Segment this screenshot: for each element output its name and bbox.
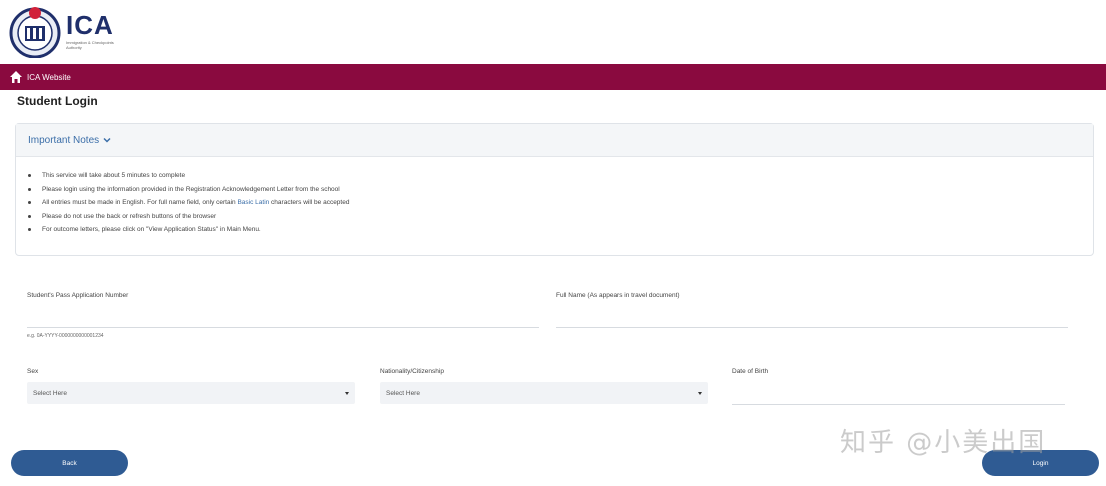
- important-notes-panel: Important Notes This service will take a…: [15, 123, 1094, 256]
- list-item: For outcome letters, please click on "Vi…: [28, 223, 1093, 237]
- nationality-select[interactable]: Select Here: [380, 382, 708, 404]
- date-of-birth-input[interactable]: [732, 404, 1065, 405]
- page-title: Student Login: [17, 94, 98, 108]
- ica-logo[interactable]: ICA Immigration & Checkpoints Authority: [8, 4, 118, 58]
- sex-select-value: Select Here: [33, 389, 67, 397]
- logo-subtitle: Immigration & Checkpoints Authority: [66, 40, 114, 50]
- caret-down-icon: [698, 391, 702, 395]
- basic-latin-link[interactable]: Basic Latin: [237, 199, 269, 206]
- pass-application-number-hint: e.g. 0A-YYYY-0000000000001234: [27, 333, 104, 339]
- list-item: Please login using the information provi…: [28, 183, 1093, 197]
- nationality-label: Nationality/Citizenship: [380, 368, 444, 375]
- full-name-label: Full Name (As appears in travel document…: [556, 292, 680, 299]
- watermark: 知乎 @小美出国: [840, 428, 1047, 458]
- top-nav-bar: ICA Website: [0, 64, 1106, 90]
- note-text: characters will be accepted: [269, 199, 350, 206]
- list-item: Please do not use the back or refresh bu…: [28, 210, 1093, 224]
- caret-down-icon: [345, 391, 349, 395]
- header: ICA Immigration & Checkpoints Authority: [0, 0, 1106, 64]
- chevron-down-icon: [103, 137, 111, 143]
- logo-title: ICA: [66, 10, 114, 40]
- date-of-birth-label: Date of Birth: [732, 368, 769, 375]
- back-button[interactable]: Back: [11, 450, 128, 476]
- list-item: All entries must be made in English. For…: [28, 196, 1093, 210]
- pass-application-number-input[interactable]: [27, 327, 539, 328]
- note-text: All entries must be made in English. For…: [42, 199, 238, 206]
- notes-list: This service will take about 5 minutes t…: [16, 157, 1093, 237]
- important-notes-title: Important Notes: [28, 134, 100, 146]
- sex-select[interactable]: Select Here: [27, 382, 355, 404]
- home-icon[interactable]: [9, 70, 23, 84]
- important-notes-toggle[interactable]: Important Notes: [16, 124, 1093, 157]
- nationality-select-value: Select Here: [386, 389, 420, 397]
- sex-label: Sex: [27, 368, 39, 375]
- pass-application-number-label: Student's Pass Application Number: [27, 292, 129, 299]
- ica-website-link[interactable]: ICA Website: [27, 73, 71, 82]
- ica-emblem-icon: [9, 7, 61, 58]
- list-item: This service will take about 5 minutes t…: [28, 169, 1093, 183]
- full-name-input[interactable]: [556, 327, 1068, 328]
